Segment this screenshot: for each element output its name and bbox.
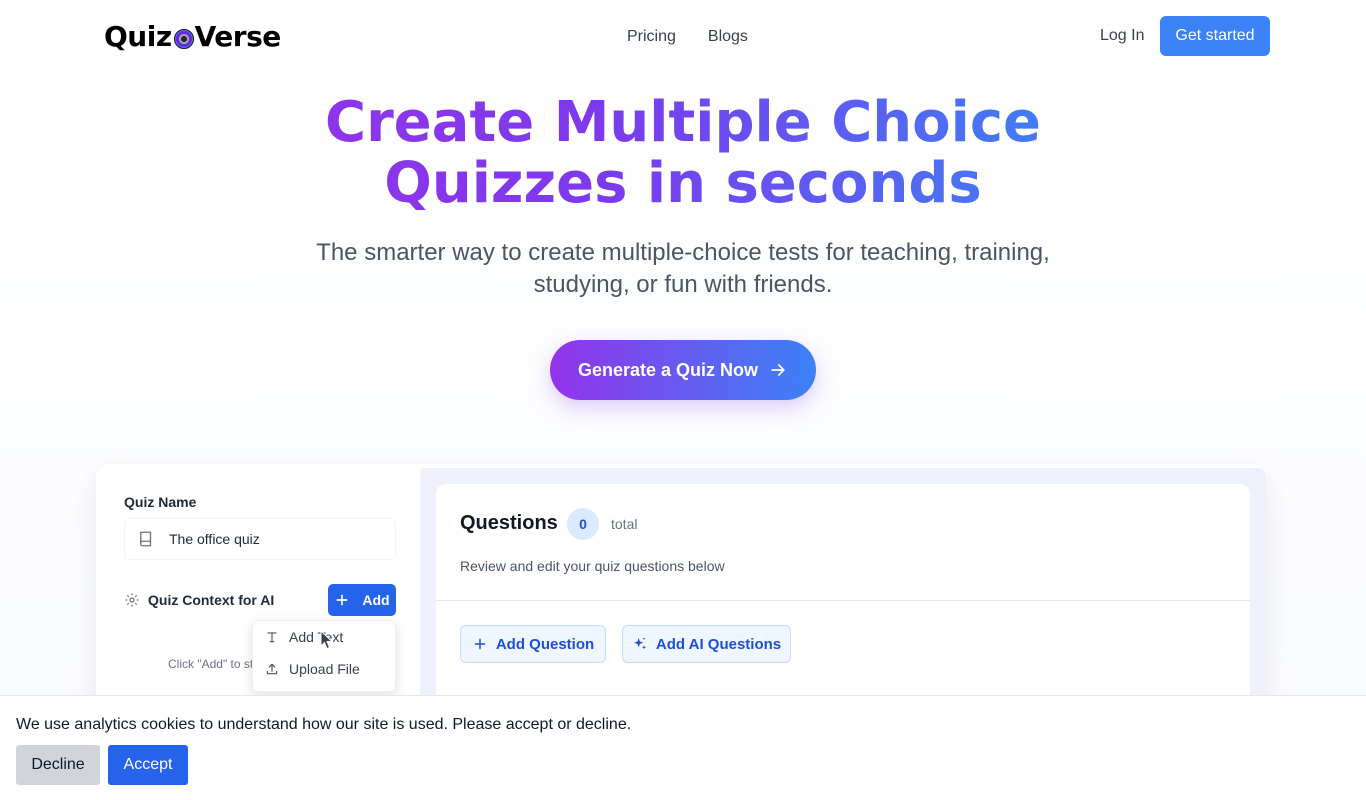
generate-quiz-button[interactable]: Generate a Quiz Now [550, 340, 816, 400]
add-ai-questions-label: Add AI Questions [655, 635, 782, 653]
add-text-label: Add Text [289, 629, 344, 645]
quiz-context-label: Quiz Context for AI [148, 592, 275, 608]
nav-link-blogs[interactable]: Blogs [708, 28, 748, 46]
add-context-label: Add [362, 592, 390, 608]
plus-icon [474, 638, 486, 650]
questions-card: Questions 0 total Review and edit your q… [436, 484, 1250, 724]
plus-icon [336, 594, 348, 606]
questions-count-badge: 0 [567, 508, 599, 540]
login-link[interactable]: Log In [1100, 27, 1144, 45]
logo-mark-icon [173, 28, 194, 49]
quiz-name-label: Quiz Name [124, 494, 197, 510]
accept-button[interactable]: Accept [108, 745, 188, 785]
hero-subtitle-line-1: The smarter way to create multiple-choic… [316, 239, 1050, 266]
logo-text-verse: Verse [194, 20, 282, 53]
cookie-banner: We use analytics cookies to understand h… [0, 695, 1366, 800]
decline-button[interactable]: Decline [16, 745, 100, 785]
questions-total-label: total [611, 516, 638, 532]
sparkles-icon [633, 637, 646, 650]
upload-file-label: Upload File [289, 661, 360, 677]
quiz-context-row: Quiz Context for AI Add [124, 584, 396, 616]
hero-title: Create Multiple Choice Quizzes in second… [283, 92, 1083, 214]
add-context-button[interactable]: Add [328, 584, 396, 616]
questions-description: Review and edit your quiz questions belo… [460, 558, 725, 574]
logo-text-quiz: Quiz [104, 20, 172, 53]
questions-panel: Questions 0 total Review and edit your q… [420, 468, 1266, 724]
add-question-button[interactable]: Add Question [460, 625, 606, 663]
upload-icon [266, 663, 278, 675]
quiz-settings-panel: Quiz Name The office quiz Quiz Context f… [96, 464, 420, 724]
add-question-label: Add Question [495, 635, 595, 653]
text-icon [267, 632, 277, 643]
hero-title-line-2: Quizzes in seconds [384, 151, 982, 216]
dropdown-item-upload-file[interactable]: Upload File [253, 653, 395, 685]
quiz-name-field[interactable]: The office quiz [124, 518, 396, 560]
nav-links: Pricing Blogs [627, 28, 748, 46]
divider [436, 600, 1250, 601]
app-preview: Quiz Name The office quiz Quiz Context f… [96, 464, 1266, 724]
hero-title-line-1: Create Multiple Choice [324, 90, 1042, 155]
nav-link-pricing[interactable]: Pricing [627, 28, 676, 46]
hero-subtitle-line-2: studying, or fun with friends. [533, 271, 833, 298]
quiz-name-value: The office quiz [169, 531, 260, 547]
mouse-cursor-icon [320, 630, 334, 650]
generate-quiz-label: Generate a Quiz Now [577, 359, 759, 380]
cookie-message: We use analytics cookies to understand h… [16, 716, 632, 733]
top-navbar: Quiz Verse Pricing Blogs Log In Get star… [0, 0, 1366, 72]
gear-icon [125, 593, 139, 607]
arrow-right-icon [771, 364, 785, 376]
questions-title: Questions [460, 512, 558, 534]
hero-subtitle: The smarter way to create multiple-choic… [283, 237, 1083, 301]
book-icon [140, 531, 152, 547]
add-ai-questions-button[interactable]: Add AI Questions [622, 625, 791, 663]
get-started-button[interactable]: Get started [1160, 16, 1270, 56]
context-hint: Click "Add" to st [168, 657, 254, 671]
logo[interactable]: Quiz Verse [104, 20, 281, 53]
